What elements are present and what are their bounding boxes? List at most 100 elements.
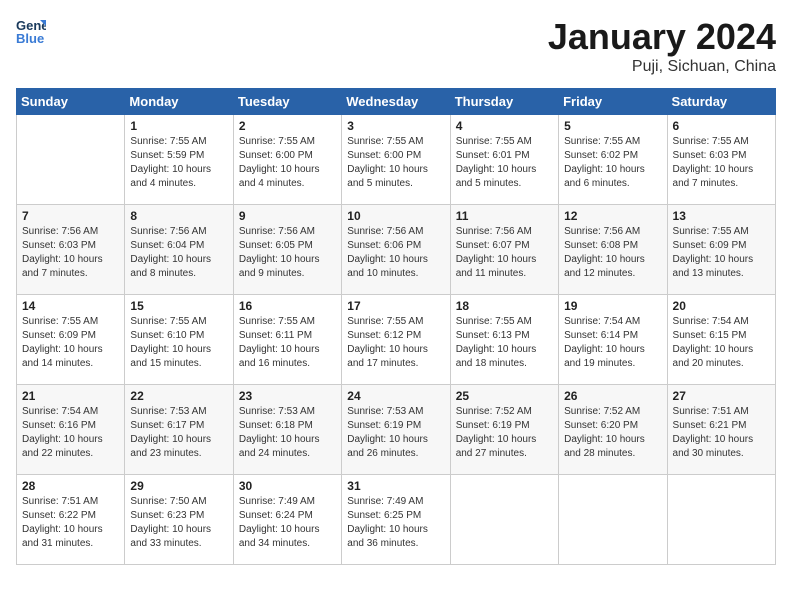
day-info: Sunrise: 7:55 AM Sunset: 6:13 PM Dayligh…	[456, 315, 553, 371]
day-info: Sunrise: 7:52 AM Sunset: 6:20 PM Dayligh…	[564, 405, 661, 461]
calendar-cell: 21 Sunrise: 7:54 AM Sunset: 6:16 PM Dayli…	[17, 385, 125, 475]
calendar-week-4: 21 Sunrise: 7:54 AM Sunset: 6:16 PM Dayli…	[17, 385, 776, 475]
calendar-cell: 15 Sunrise: 7:55 AM Sunset: 6:10 PM Dayli…	[125, 295, 233, 385]
calendar-cell	[450, 475, 558, 565]
day-number: 11	[456, 209, 553, 223]
day-number: 22	[130, 389, 227, 403]
calendar-cell: 9 Sunrise: 7:56 AM Sunset: 6:05 PM Daylig…	[233, 205, 341, 295]
day-info: Sunrise: 7:56 AM Sunset: 6:08 PM Dayligh…	[564, 225, 661, 281]
day-number: 12	[564, 209, 661, 223]
calendar-cell: 31 Sunrise: 7:49 AM Sunset: 6:25 PM Dayli…	[342, 475, 450, 565]
day-number: 9	[239, 209, 336, 223]
day-info: Sunrise: 7:54 AM Sunset: 6:15 PM Dayligh…	[673, 315, 770, 371]
calendar-cell: 6 Sunrise: 7:55 AM Sunset: 6:03 PM Daylig…	[667, 115, 775, 205]
calendar-cell	[559, 475, 667, 565]
calendar-cell: 12 Sunrise: 7:56 AM Sunset: 6:08 PM Dayli…	[559, 205, 667, 295]
day-info: Sunrise: 7:55 AM Sunset: 6:11 PM Dayligh…	[239, 315, 336, 371]
header-day-monday: Monday	[125, 89, 233, 115]
calendar-cell: 29Sunrise: 7:50 AM Sunset: 6:23 PM Dayli…	[125, 475, 233, 565]
day-info: Sunrise: 7:54 AM Sunset: 6:16 PM Dayligh…	[22, 405, 119, 461]
calendar-cell	[17, 115, 125, 205]
day-number: 14	[22, 299, 119, 313]
day-number: 26	[564, 389, 661, 403]
day-number: 28	[22, 479, 119, 493]
day-number: 8	[130, 209, 227, 223]
title-block: January 2024 Puji, Sichuan, China	[548, 16, 776, 76]
calendar-cell: 24 Sunrise: 7:53 AM Sunset: 6:19 PM Dayli…	[342, 385, 450, 475]
day-number: 6	[673, 119, 770, 133]
day-info: Sunrise: 7:55 AM Sunset: 6:09 PM Dayligh…	[22, 315, 119, 371]
day-number: 2	[239, 119, 336, 133]
day-number: 30	[239, 479, 336, 493]
calendar-cell: 11Sunrise: 7:56 AM Sunset: 6:07 PM Dayli…	[450, 205, 558, 295]
day-number: 7	[22, 209, 119, 223]
calendar-cell: 18 Sunrise: 7:55 AM Sunset: 6:13 PM Dayli…	[450, 295, 558, 385]
day-info: Sunrise: 7:53 AM Sunset: 6:19 PM Dayligh…	[347, 405, 444, 461]
calendar-cell: 28 Sunrise: 7:51 AM Sunset: 6:22 PM Dayli…	[17, 475, 125, 565]
day-info: Sunrise: 7:55 AM Sunset: 6:00 PM Dayligh…	[239, 135, 336, 191]
header-day-thursday: Thursday	[450, 89, 558, 115]
calendar-cell: 4 Sunrise: 7:55 AM Sunset: 6:01 PM Daylig…	[450, 115, 558, 205]
day-number: 18	[456, 299, 553, 313]
day-info: Sunrise: 7:56 AM Sunset: 6:05 PM Dayligh…	[239, 225, 336, 281]
calendar-cell: 30Sunrise: 7:49 AM Sunset: 6:24 PM Dayli…	[233, 475, 341, 565]
day-number: 24	[347, 389, 444, 403]
svg-text:Blue: Blue	[16, 31, 44, 46]
calendar-cell: 16 Sunrise: 7:55 AM Sunset: 6:11 PM Dayli…	[233, 295, 341, 385]
calendar-week-2: 7 Sunrise: 7:56 AM Sunset: 6:03 PM Daylig…	[17, 205, 776, 295]
logo-icon: General Blue	[16, 16, 46, 46]
day-info: Sunrise: 7:56 AM Sunset: 6:06 PM Dayligh…	[347, 225, 444, 281]
day-number: 16	[239, 299, 336, 313]
day-number: 3	[347, 119, 444, 133]
day-number: 25	[456, 389, 553, 403]
day-info: Sunrise: 7:55 AM Sunset: 6:12 PM Dayligh…	[347, 315, 444, 371]
calendar-cell: 22 Sunrise: 7:53 AM Sunset: 6:17 PM Dayli…	[125, 385, 233, 475]
day-info: Sunrise: 7:50 AM Sunset: 6:23 PM Dayligh…	[130, 495, 227, 551]
day-info: Sunrise: 7:55 AM Sunset: 6:03 PM Dayligh…	[673, 135, 770, 191]
calendar-cell: 3 Sunrise: 7:55 AM Sunset: 6:00 PM Daylig…	[342, 115, 450, 205]
day-info: Sunrise: 7:55 AM Sunset: 6:09 PM Dayligh…	[673, 225, 770, 281]
calendar-cell: 5Sunrise: 7:55 AM Sunset: 6:02 PM Daylig…	[559, 115, 667, 205]
day-number: 23	[239, 389, 336, 403]
day-number: 19	[564, 299, 661, 313]
day-number: 15	[130, 299, 227, 313]
day-number: 17	[347, 299, 444, 313]
day-number: 20	[673, 299, 770, 313]
calendar-cell: 27Sunrise: 7:51 AM Sunset: 6:21 PM Dayli…	[667, 385, 775, 475]
calendar-cell	[667, 475, 775, 565]
calendar-cell: 1 Sunrise: 7:55 AM Sunset: 5:59 PM Daylig…	[125, 115, 233, 205]
calendar-cell: 23 Sunrise: 7:53 AM Sunset: 6:18 PM Dayli…	[233, 385, 341, 475]
header-day-tuesday: Tuesday	[233, 89, 341, 115]
day-info: Sunrise: 7:55 AM Sunset: 6:01 PM Dayligh…	[456, 135, 553, 191]
calendar-header-row: SundayMondayTuesdayWednesdayThursdayFrid…	[17, 89, 776, 115]
day-info: Sunrise: 7:51 AM Sunset: 6:22 PM Dayligh…	[22, 495, 119, 551]
calendar-cell: 17 Sunrise: 7:55 AM Sunset: 6:12 PM Dayli…	[342, 295, 450, 385]
day-info: Sunrise: 7:52 AM Sunset: 6:19 PM Dayligh…	[456, 405, 553, 461]
header-day-saturday: Saturday	[667, 89, 775, 115]
day-number: 10	[347, 209, 444, 223]
calendar-cell: 7 Sunrise: 7:56 AM Sunset: 6:03 PM Daylig…	[17, 205, 125, 295]
header-day-friday: Friday	[559, 89, 667, 115]
day-info: Sunrise: 7:55 AM Sunset: 6:10 PM Dayligh…	[130, 315, 227, 371]
calendar-cell: 2 Sunrise: 7:55 AM Sunset: 6:00 PM Daylig…	[233, 115, 341, 205]
day-info: Sunrise: 7:53 AM Sunset: 6:17 PM Dayligh…	[130, 405, 227, 461]
day-number: 1	[130, 119, 227, 133]
day-info: Sunrise: 7:55 AM Sunset: 6:02 PM Dayligh…	[564, 135, 661, 191]
day-info: Sunrise: 7:56 AM Sunset: 6:03 PM Dayligh…	[22, 225, 119, 281]
day-info: Sunrise: 7:53 AM Sunset: 6:18 PM Dayligh…	[239, 405, 336, 461]
day-number: 27	[673, 389, 770, 403]
header-day-sunday: Sunday	[17, 89, 125, 115]
calendar-cell: 14 Sunrise: 7:55 AM Sunset: 6:09 PM Dayli…	[17, 295, 125, 385]
day-info: Sunrise: 7:56 AM Sunset: 6:04 PM Dayligh…	[130, 225, 227, 281]
day-number: 21	[22, 389, 119, 403]
day-number: 4	[456, 119, 553, 133]
calendar-cell: 19Sunrise: 7:54 AM Sunset: 6:14 PM Dayli…	[559, 295, 667, 385]
day-info: Sunrise: 7:55 AM Sunset: 6:00 PM Dayligh…	[347, 135, 444, 191]
calendar-cell: 26 Sunrise: 7:52 AM Sunset: 6:20 PM Dayli…	[559, 385, 667, 475]
day-info: Sunrise: 7:55 AM Sunset: 5:59 PM Dayligh…	[130, 135, 227, 191]
calendar-week-3: 14 Sunrise: 7:55 AM Sunset: 6:09 PM Dayli…	[17, 295, 776, 385]
day-number: 31	[347, 479, 444, 493]
calendar-week-1: 1 Sunrise: 7:55 AM Sunset: 5:59 PM Daylig…	[17, 115, 776, 205]
day-info: Sunrise: 7:49 AM Sunset: 6:25 PM Dayligh…	[347, 495, 444, 551]
calendar-title: January 2024	[548, 16, 776, 58]
